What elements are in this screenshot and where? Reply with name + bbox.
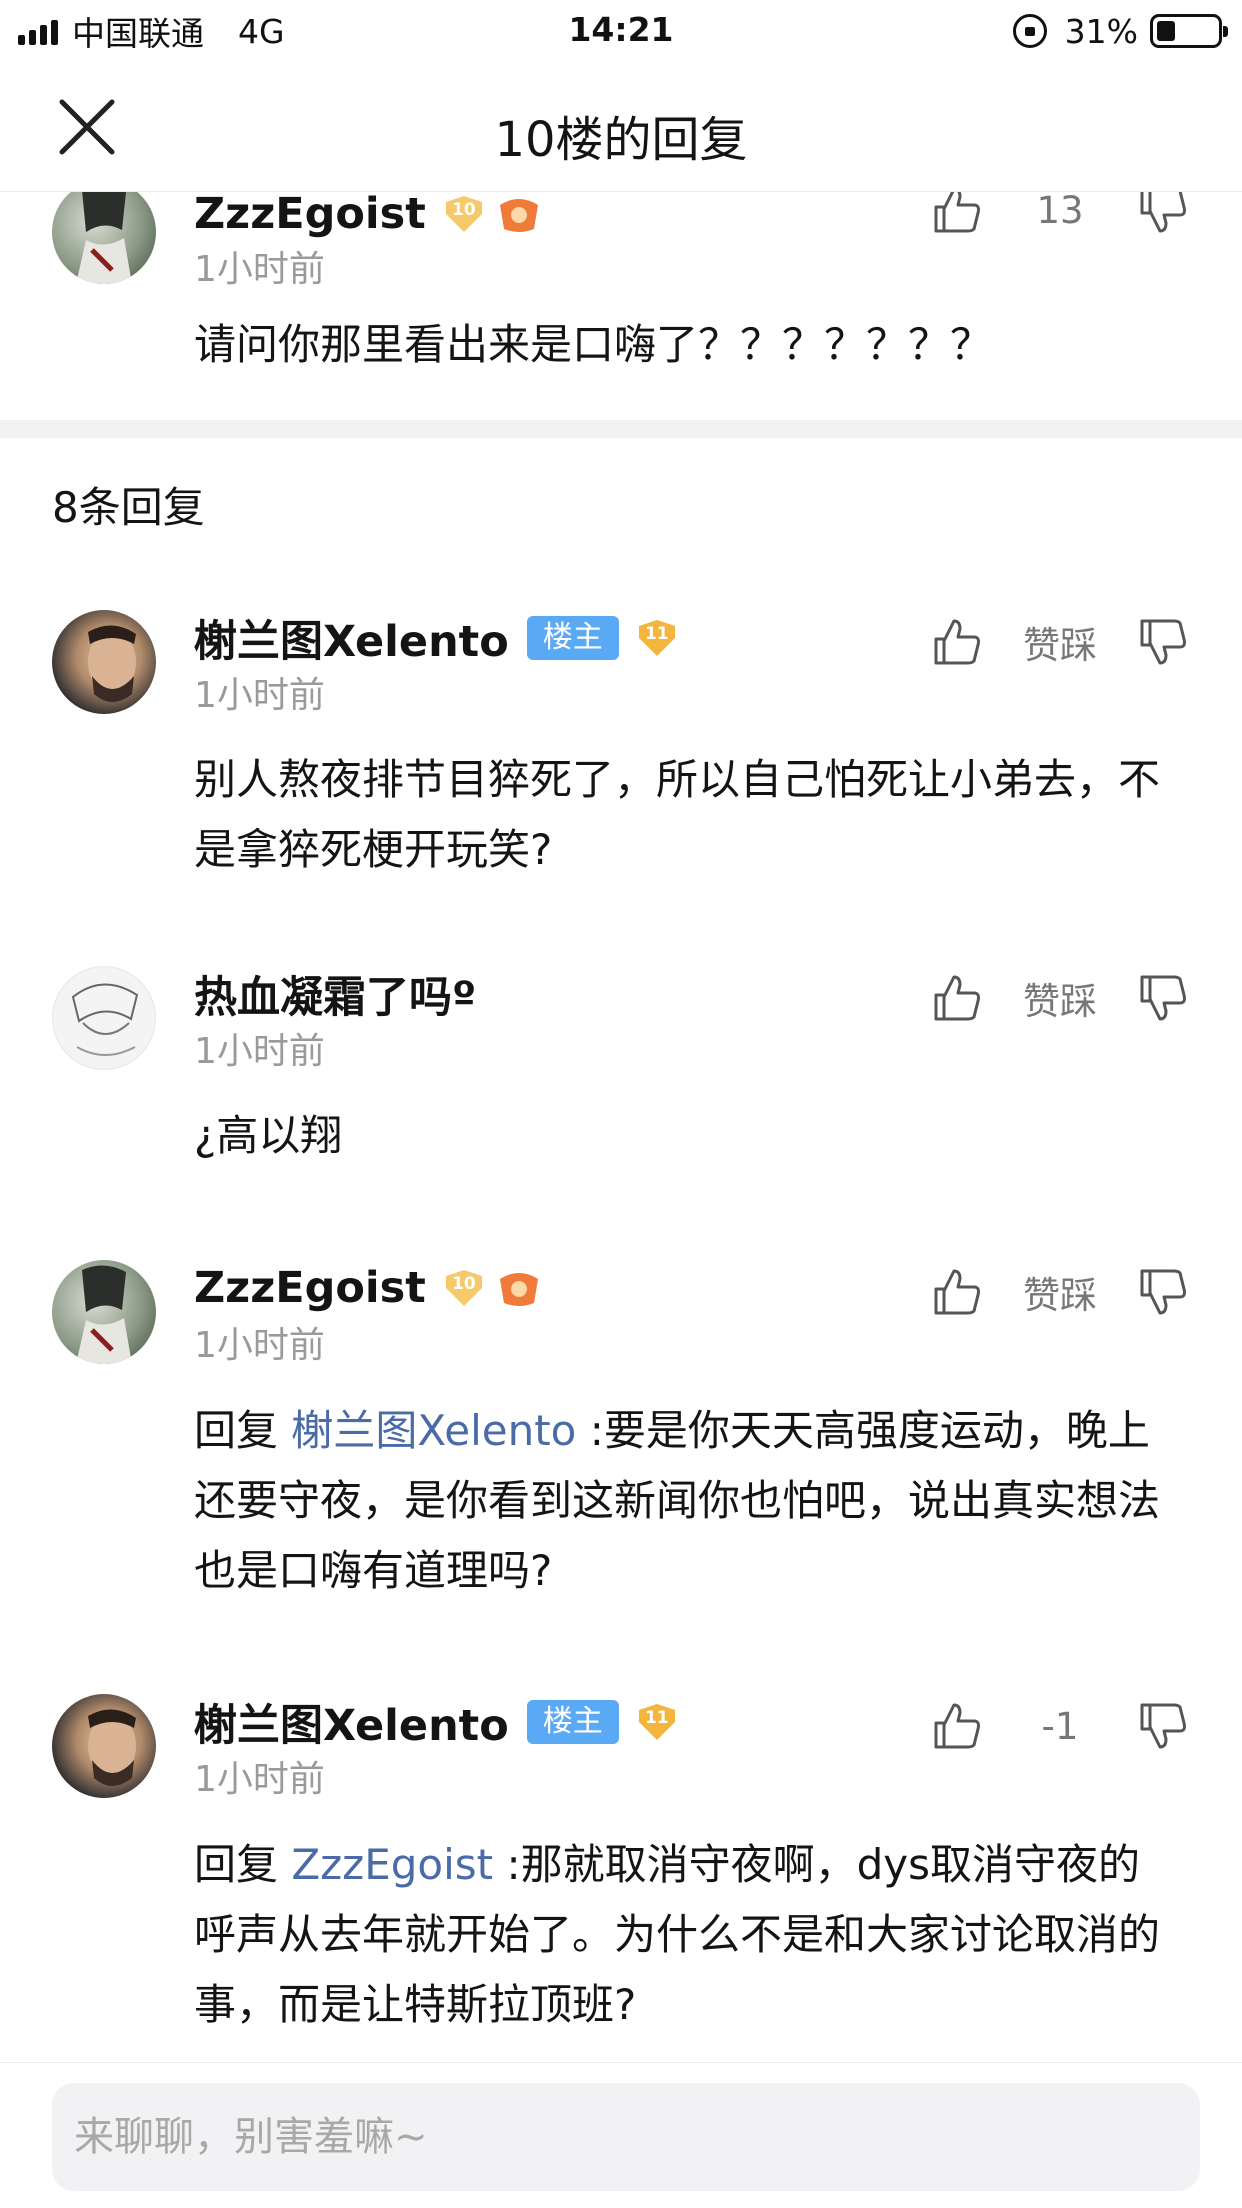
avatar[interactable]	[52, 610, 156, 714]
comment-text: ¿高以翔	[194, 1111, 343, 1160]
vote-count: 13	[1036, 192, 1084, 232]
username[interactable]: ZzzEgoist	[194, 1263, 426, 1313]
username[interactable]: ZzzEgoist	[194, 192, 426, 239]
game-emblem-icon	[499, 1273, 538, 1306]
like-icon[interactable]	[930, 1699, 984, 1753]
comment-time: 1小时前	[194, 1759, 325, 1800]
vote-bar: 赞踩	[930, 612, 1190, 672]
username[interactable]: 榭兰图Xelento	[194, 607, 509, 669]
vote-bar: 赞踩	[930, 1262, 1190, 1322]
section-divider	[0, 420, 1242, 438]
vote-bar: -1	[930, 1696, 1190, 1756]
mention-link[interactable]: ZzzEgoist	[291, 1840, 493, 1889]
reply-input[interactable]	[52, 2083, 1200, 2191]
vote-count: -1	[1041, 1704, 1079, 1748]
like-icon[interactable]	[930, 192, 984, 237]
comment-time: 1小时前	[194, 675, 325, 716]
dislike-icon[interactable]	[1136, 971, 1190, 1025]
username[interactable]: 榭兰图Xelento	[194, 1691, 509, 1753]
comment-text: 请问你那里看出来是口嗨了？？？？？？？	[194, 320, 993, 369]
level-badge-icon: 11	[635, 616, 679, 660]
level-badge-icon: 11	[635, 1700, 679, 1744]
comment-time: 1小时前	[194, 1325, 325, 1366]
rotation-lock-icon	[1012, 14, 1047, 48]
game-emblem-icon	[499, 199, 538, 232]
comment-time: 1小时前	[194, 249, 325, 290]
avatar[interactable]	[52, 192, 156, 284]
dislike-icon[interactable]	[1136, 192, 1190, 237]
vote-bar: 赞踩	[930, 968, 1190, 1028]
replies-count: 8条回复	[52, 483, 205, 532]
page-header: 10楼的回复	[0, 62, 1242, 192]
dislike-icon[interactable]	[1136, 1265, 1190, 1319]
status-bar: 中国联通 4G 14:21 31%	[0, 0, 1242, 62]
avatar[interactable]	[52, 1260, 156, 1364]
avatar[interactable]	[52, 1694, 156, 1798]
owner-badge: 楼主	[526, 1700, 619, 1744]
page-title: 10楼的回复	[494, 112, 748, 168]
vote-count: 赞踩	[1023, 1274, 1097, 1317]
reply-bar	[0, 2062, 1242, 2208]
like-icon[interactable]	[930, 971, 984, 1025]
level-badge-icon: 10	[442, 192, 486, 236]
dislike-icon[interactable]	[1136, 615, 1190, 669]
battery-icon	[1150, 14, 1228, 48]
battery-percent: 31%	[1064, 11, 1138, 51]
owner-badge: 楼主	[526, 616, 619, 660]
avatar[interactable]	[52, 966, 156, 1070]
username[interactable]: 热血凝霜了吗º	[194, 963, 476, 1025]
like-icon[interactable]	[930, 615, 984, 669]
vote-bar: 13	[930, 192, 1190, 240]
comment-time: 1小时前	[194, 1031, 325, 1072]
main-comment: ZzzEgoist 10 1小时前 请问你那里看出来是口嗨了？？？？？？？ 13	[0, 192, 1242, 420]
mention-link[interactable]: 榭兰图Xelento	[291, 1406, 576, 1455]
like-icon[interactable]	[930, 1265, 984, 1319]
vote-count: 赞踩	[1023, 624, 1097, 667]
level-badge-icon: 10	[442, 1266, 486, 1310]
dislike-icon[interactable]	[1136, 1699, 1190, 1753]
comment-text: 回复 ZzzEgoist :那就取消守夜啊，dys取消守夜的呼声从去年就开始了。…	[194, 1840, 1161, 2029]
comment-text: 回复 榭兰图Xelento :要是你天天高强度运动，晚上还要守夜，是你看到这新闻…	[194, 1406, 1161, 1595]
comment-text: 别人熬夜排节目猝死了，所以自己怕死让小弟去，不是拿猝死梗开玩笑?	[194, 755, 1161, 874]
vote-count: 赞踩	[1023, 980, 1097, 1023]
